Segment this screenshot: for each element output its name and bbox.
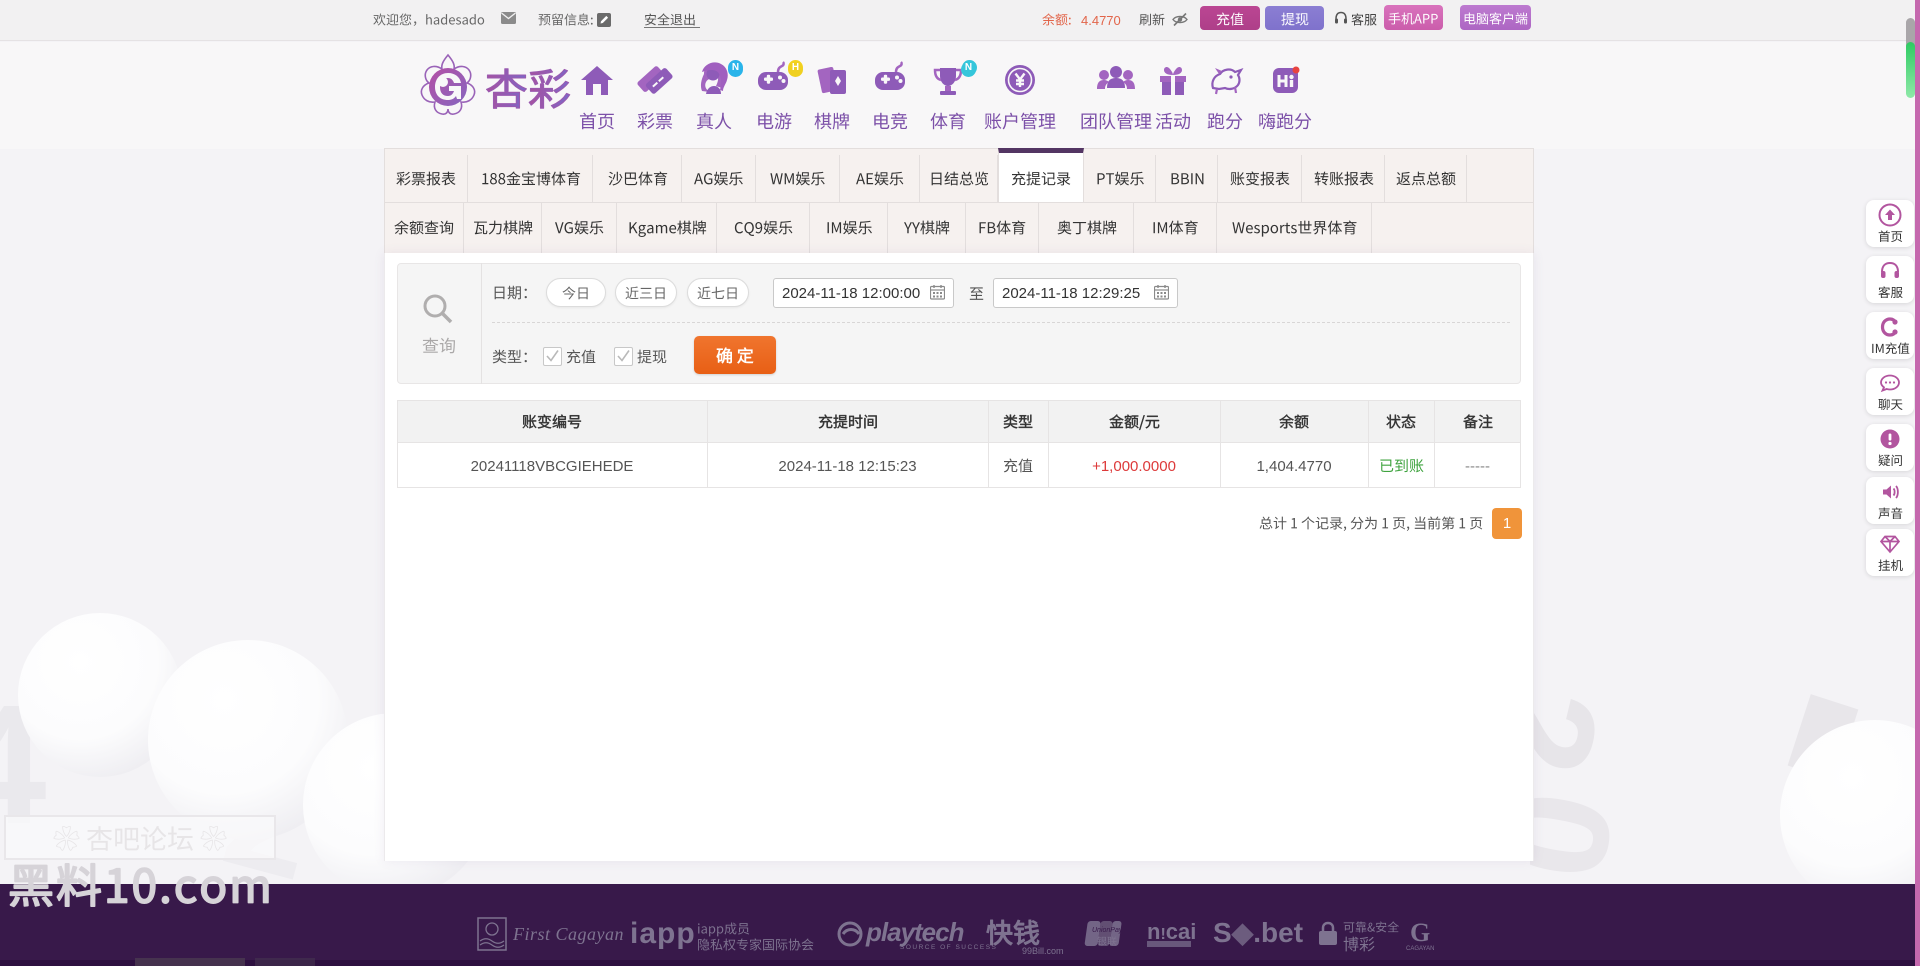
svg-text:UnionPay: UnionPay — [1092, 927, 1123, 934]
